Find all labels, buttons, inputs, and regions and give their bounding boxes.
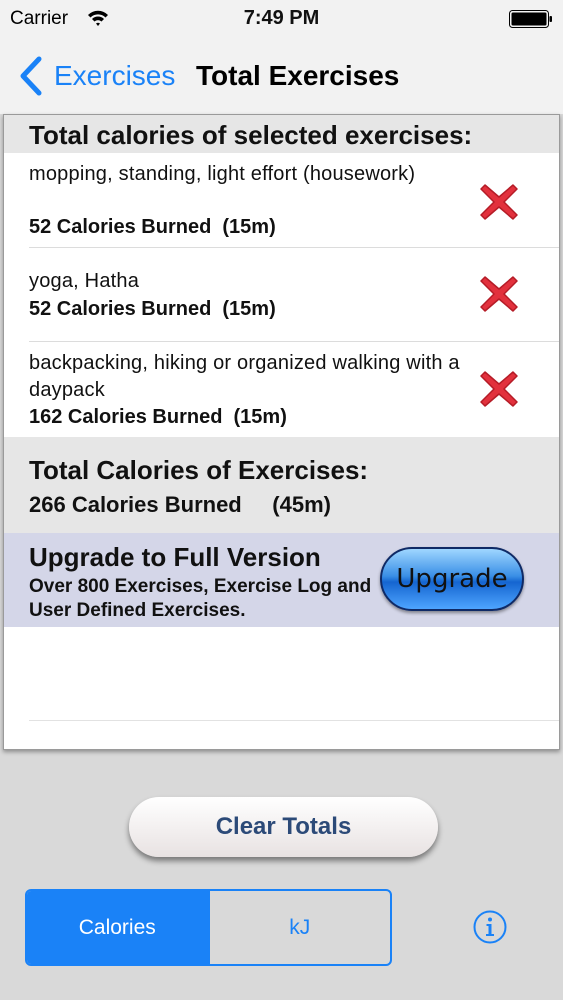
exercise-row: mopping, standing, light effort (housewo…: [4, 153, 559, 248]
exercise-calories: 52 Calories Burned (15m): [29, 298, 276, 320]
exercises-panel: Total calories of selected exercises: mo…: [3, 114, 560, 750]
status-bar: Carrier 7:49 PM: [0, 0, 563, 38]
delete-icon[interactable]: [476, 271, 522, 317]
upgrade-banner: Upgrade to Full Version Over 800 Exercis…: [4, 533, 559, 627]
exercise-calories: 162 Calories Burned (15m): [29, 406, 287, 428]
section-header-text: Total calories of selected exercises:: [29, 120, 473, 150]
exercise-name: mopping, standing, light effort (housewo…: [29, 163, 416, 185]
segment-kj[interactable]: kJ: [207, 891, 391, 964]
info-icon[interactable]: [473, 910, 507, 944]
section-header: Total calories of selected exercises:: [4, 115, 559, 153]
page-title: Total Exercises: [196, 60, 400, 91]
exercise-row: yoga, Hatha 52 Calories Burned (15m): [4, 248, 559, 342]
upgrade-button[interactable]: Upgrade: [380, 547, 524, 611]
delete-icon[interactable]: [476, 179, 522, 225]
exercise-name: yoga, Hatha: [29, 270, 140, 292]
totals-section: Total Calories of Exercises: 266 Calorie…: [4, 437, 559, 533]
segment-calories[interactable]: Calories: [27, 891, 208, 964]
clock: 7:49 PM: [243, 7, 320, 29]
units-segmented-control: Calories kJ: [25, 889, 392, 966]
totals-title: Total Calories of Exercises:: [29, 455, 369, 485]
back-button[interactable]: Exercises: [18, 54, 175, 98]
totals-value: 266 Calories Burned (45m): [29, 492, 331, 517]
navigation-bar: Exercises Total Exercises: [0, 38, 563, 114]
row-divider: [29, 720, 559, 721]
back-label: Exercises: [54, 60, 176, 91]
exercise-calories: 52 Calories Burned (15m): [29, 216, 276, 238]
back-chevron-icon: [20, 56, 42, 96]
delete-icon[interactable]: [476, 366, 522, 412]
upgrade-title: Upgrade to Full Version: [29, 542, 321, 572]
upgrade-description: Over 800 Exercises, Exercise Log and Use…: [29, 576, 372, 621]
exercise-name: backpacking, hiking or organized walking…: [29, 352, 460, 401]
clear-totals-button[interactable]: Clear Totals: [129, 797, 438, 857]
battery-icon: [509, 10, 552, 28]
exercise-row: backpacking, hiking or organized walking…: [4, 342, 559, 437]
